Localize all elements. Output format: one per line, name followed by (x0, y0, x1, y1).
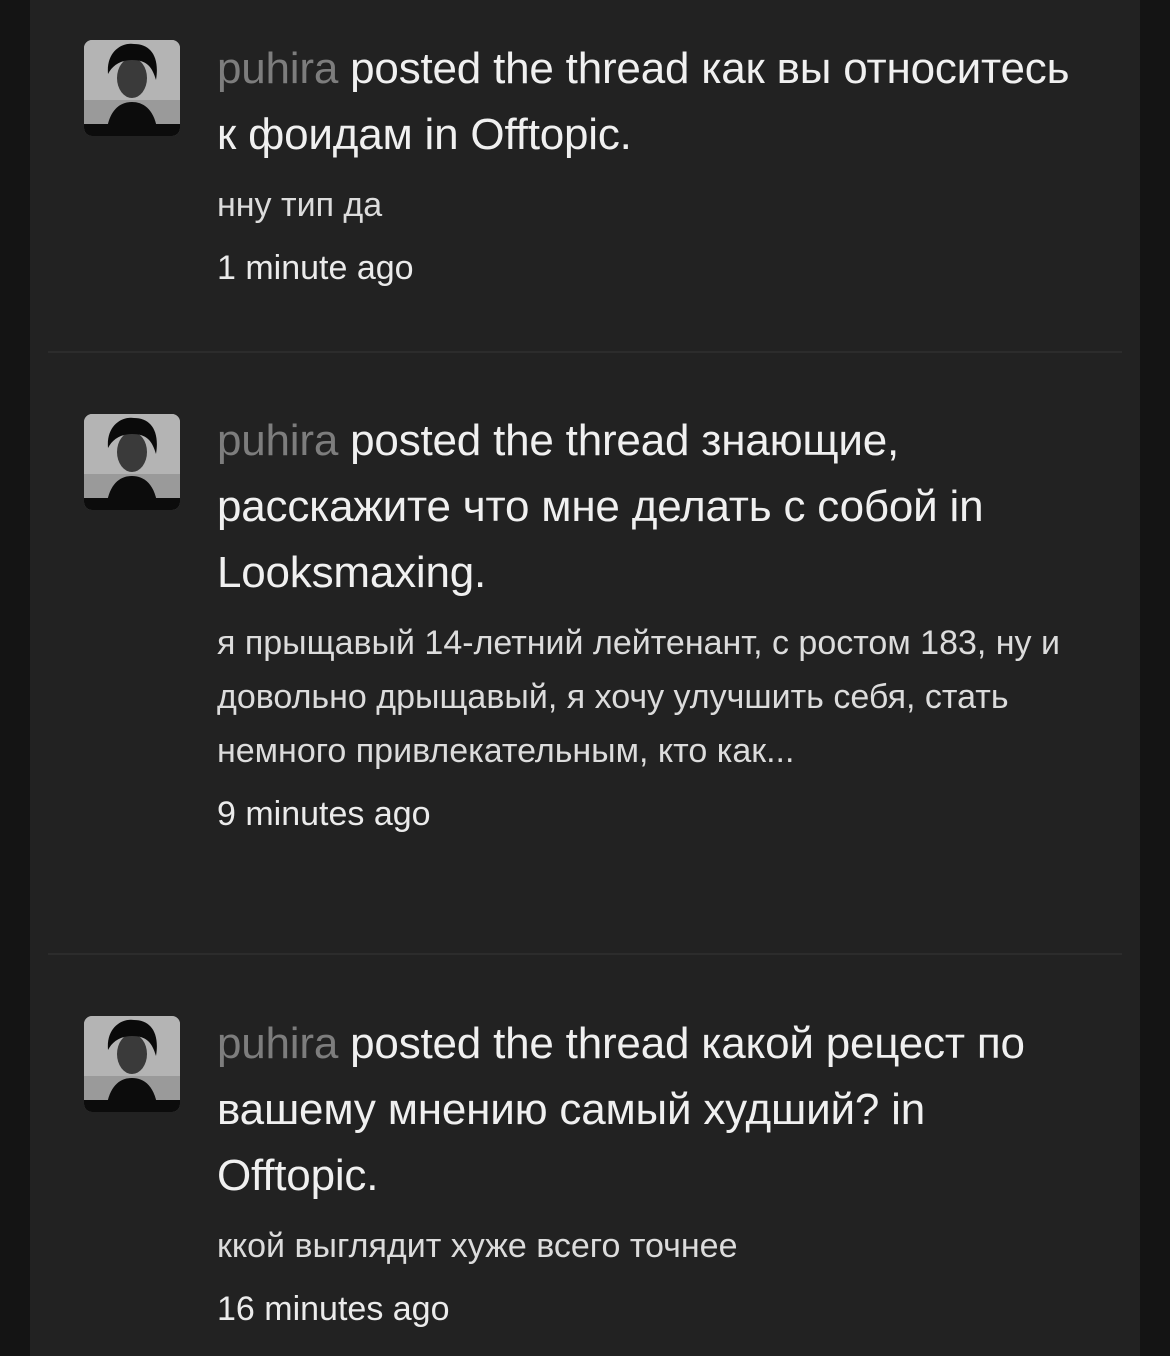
feed-item-content: puhira posted the thread знающие, расска… (217, 408, 1097, 841)
thread-headline[interactable]: puhira posted the thread знающие, расска… (217, 408, 1097, 606)
username-link[interactable]: puhira (217, 1019, 338, 1068)
timestamp: 16 minutes ago (217, 1290, 450, 1328)
avatar[interactable] (84, 40, 180, 136)
feed-item-content: puhira posted the thread как вы относите… (217, 36, 1097, 295)
thread-snippet: ккой выглядит хуже всего точнее (217, 1227, 738, 1265)
feed-divider (48, 351, 1122, 353)
feed-item-content: puhira posted the thread какой рецест по… (217, 1011, 1097, 1336)
timestamp: 9 minutes ago (217, 795, 431, 833)
thread-snippet: я прыщавый 14-летний лейтенант, с ростом… (217, 624, 1060, 770)
activity-feed: puhira posted the thread как вы относите… (30, 0, 1140, 1356)
username-link[interactable]: puhira (217, 416, 338, 465)
thread-snippet: нну тип да (217, 186, 383, 224)
avatar-image (84, 40, 180, 136)
thread-action-text[interactable]: posted the thread какой рецест по вашему… (217, 1019, 1025, 1200)
avatar-image (84, 414, 180, 510)
timestamp: 1 minute ago (217, 249, 414, 287)
username-link[interactable]: puhira (217, 44, 338, 93)
avatar[interactable] (84, 414, 180, 510)
avatar-image (84, 1016, 180, 1112)
feed-divider (48, 953, 1122, 955)
thread-action-text[interactable]: posted the thread как вы относитесь к фо… (217, 44, 1070, 159)
avatar[interactable] (84, 1016, 180, 1112)
thread-headline[interactable]: puhira posted the thread какой рецест по… (217, 1011, 1097, 1209)
thread-headline[interactable]: puhira posted the thread как вы относите… (217, 36, 1097, 168)
